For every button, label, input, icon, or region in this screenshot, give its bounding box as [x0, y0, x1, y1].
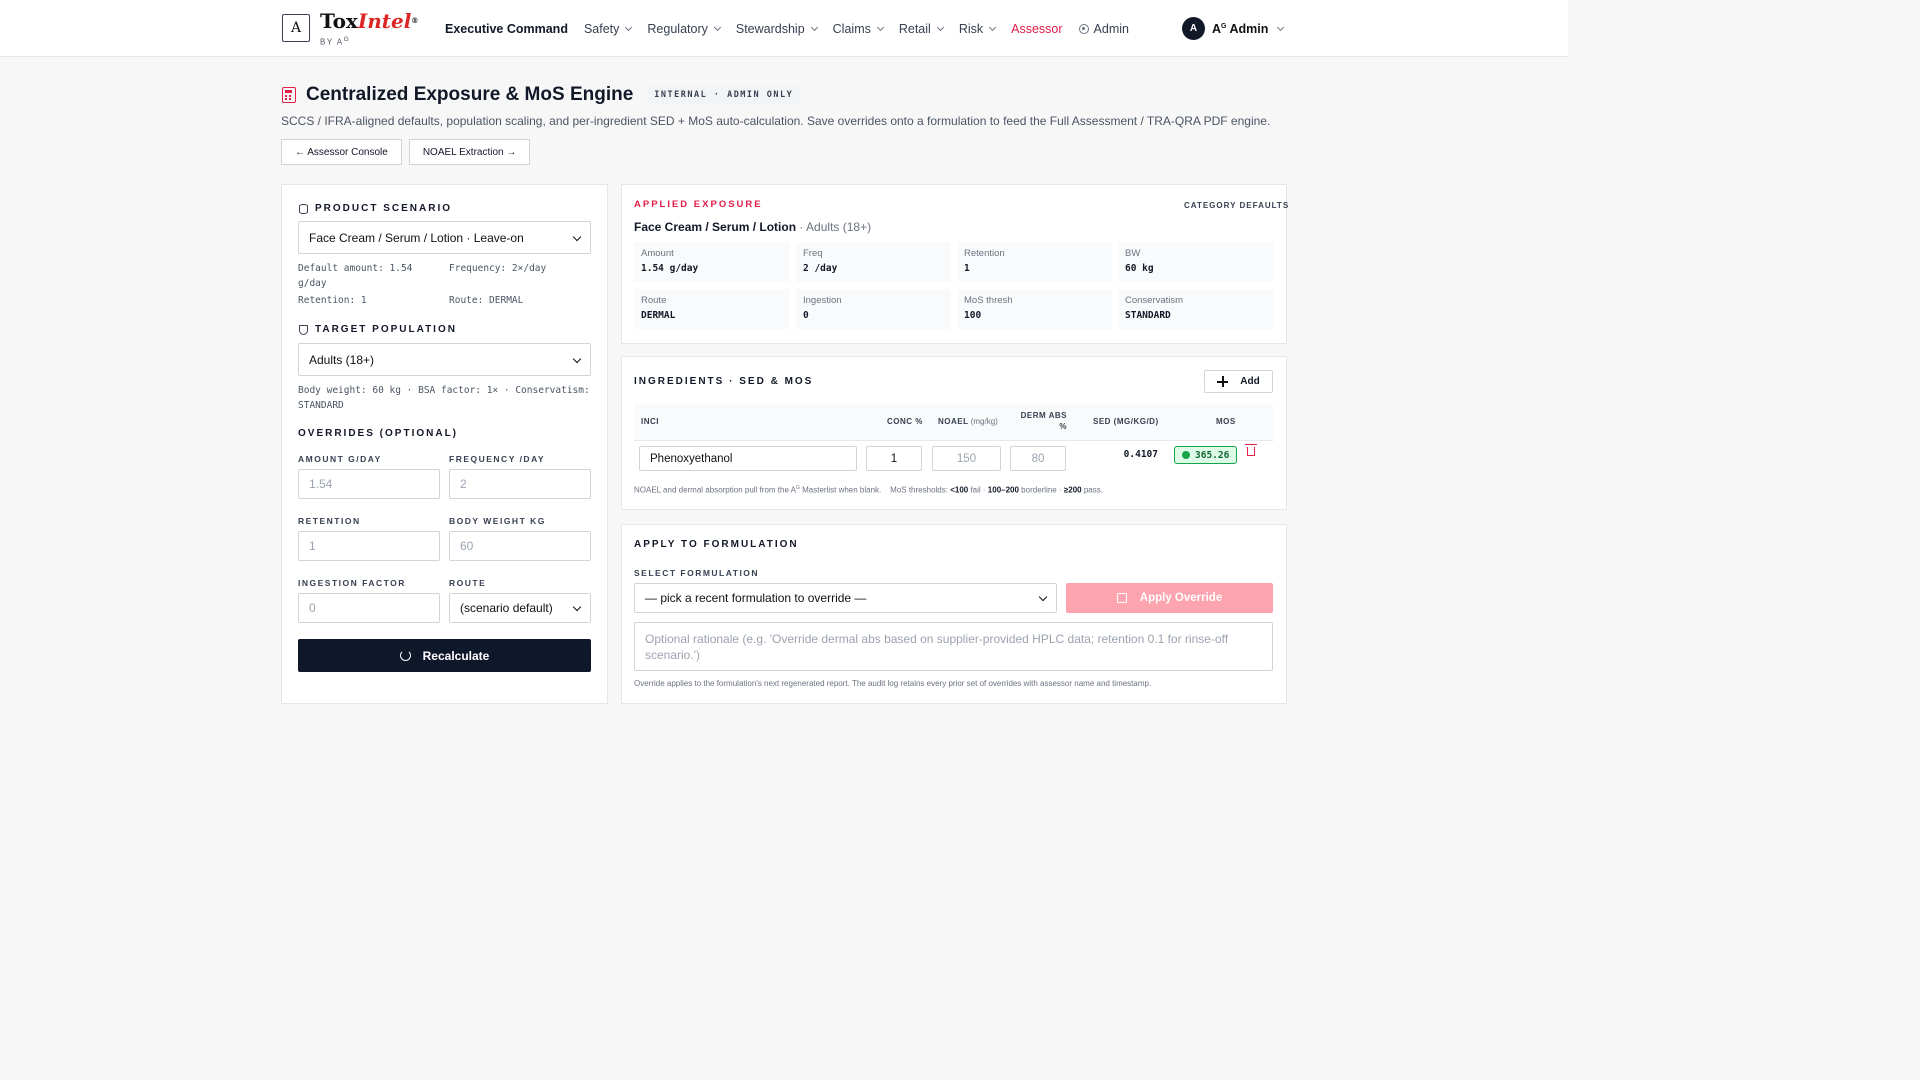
col-conc: CONC %	[887, 417, 923, 426]
cell-retention: Retention 1	[957, 242, 1112, 282]
plus-icon	[1217, 376, 1229, 387]
amount-input[interactable]: 1.54	[298, 469, 440, 499]
col-inci: INCI	[641, 417, 659, 426]
body-weight-label: BODY WEIGHT KG	[449, 516, 546, 526]
cell-frequency: Freq 2 /day	[796, 242, 951, 282]
amount-label: AMOUNT G/DAY	[298, 454, 382, 464]
chevron-down-icon	[876, 23, 884, 31]
page-title: Centralized Exposure & MoS Engine	[306, 84, 634, 105]
nav-admin[interactable]: Admin	[1078, 22, 1129, 36]
target-population-select[interactable]: Adults (18+)	[298, 343, 591, 376]
shield-icon	[299, 324, 308, 335]
body-weight-input[interactable]: 60	[449, 531, 591, 561]
retention-input[interactable]: 1	[298, 531, 440, 561]
apply-heading: APPLY TO FORMULATION	[634, 539, 799, 550]
target-population-heading: TARGET POPULATION	[299, 324, 457, 335]
nav-executive-command[interactable]: Executive Command	[445, 22, 568, 36]
derm-abs-input[interactable]: 80	[1010, 446, 1066, 471]
top-navbar: A ToxIntel® BY AG Executive Command Safe…	[0, 0, 1568, 57]
calculator-icon	[282, 87, 296, 103]
chevron-down-icon	[572, 232, 582, 242]
thresholds-note: NOAEL and dermal absorption pull from th…	[634, 485, 1103, 495]
mos-badge: 365.26	[1174, 446, 1238, 464]
frequency-value: Frequency: 2×/day	[449, 263, 547, 274]
applied-exposure-heading: APPLIED EXPOSURE	[634, 199, 763, 210]
nav-stewardship[interactable]: Stewardship	[736, 22, 818, 36]
nav-safety[interactable]: Safety	[584, 22, 633, 36]
col-derm-abs: DERM ABS %	[1020, 411, 1067, 431]
nav-risk[interactable]: Risk	[959, 22, 997, 36]
chevron-down-icon	[989, 23, 997, 31]
brand-byline: BY AG	[320, 36, 351, 47]
chevron-down-icon	[625, 23, 633, 31]
chevron-down-icon	[1038, 592, 1048, 602]
ingestion-label: INGESTION FACTOR	[298, 578, 406, 588]
default-amount: Default amount: 1.54 g/day	[298, 263, 413, 289]
cell-conservatism: Conservatism STANDARD	[1118, 289, 1273, 329]
applied-product-line: Face Cream / Serum / Lotion · Adults (18…	[634, 220, 872, 234]
logo-mark-icon: A	[282, 14, 310, 42]
select-formulation-label: SELECT FORMULATION	[634, 568, 760, 578]
cell-body-weight: BW 60 kg	[1118, 242, 1273, 282]
chevron-down-icon	[936, 23, 944, 31]
brand-logo[interactable]: A ToxIntel® BY AG	[282, 10, 418, 47]
ingestion-input[interactable]: 0	[298, 593, 440, 623]
frequency-input[interactable]: 2	[449, 469, 591, 499]
col-mos: MOS	[1216, 417, 1236, 426]
route-label: ROUTE	[449, 578, 487, 588]
noael-extraction-button[interactable]: NOAEL Extraction →	[408, 139, 531, 165]
refresh-icon	[399, 650, 411, 661]
recalculate-button[interactable]: Recalculate	[298, 639, 591, 672]
user-name: AG Admin	[1212, 21, 1269, 36]
avatar: A	[1182, 17, 1205, 40]
retention-label: RETENTION	[298, 516, 361, 526]
product-scenario-select[interactable]: Face Cream / Serum / Lotion · Leave-on	[298, 221, 591, 254]
conc-input[interactable]: 1	[866, 446, 922, 471]
save-icon	[1116, 593, 1127, 603]
page-subtitle: SCCS / IFRA-aligned defaults, population…	[281, 114, 1271, 128]
chevron-down-icon	[810, 23, 818, 31]
col-noael: NOAEL (mg/kg)	[938, 417, 998, 426]
category-defaults-label: CATEGORY DEFAULTS	[1184, 201, 1290, 210]
sed-value: 0.4107	[1123, 449, 1158, 460]
retention-value: Retention: 1	[298, 295, 367, 306]
noael-input[interactable]: 150	[932, 446, 1001, 471]
chevron-down-icon	[572, 602, 582, 612]
inci-input[interactable]: Phenoxyethanol	[639, 446, 857, 471]
add-ingredient-button[interactable]: Add	[1204, 370, 1273, 393]
assessor-console-button[interactable]: ← Assessor Console	[281, 139, 402, 165]
cell-route: Route DERMAL	[634, 289, 789, 329]
route-select[interactable]: (scenario default)	[449, 593, 591, 623]
status-badge: INTERNAL · ADMIN ONLY	[647, 86, 801, 104]
col-sed: SED (MG/KG/D)	[1093, 417, 1159, 426]
trash-icon[interactable]	[1245, 444, 1257, 456]
nav-claims[interactable]: Claims	[833, 22, 884, 36]
apply-formulation-panel	[621, 524, 1287, 704]
formulation-select[interactable]: — pick a recent formulation to override …	[634, 583, 1057, 613]
database-icon	[299, 203, 308, 214]
check-circle-icon	[1182, 451, 1190, 459]
nav-retail[interactable]: Retail	[899, 22, 944, 36]
cell-ingestion: Ingestion 0	[796, 289, 951, 329]
chevron-down-icon	[1277, 23, 1285, 31]
nav-assessor[interactable]: Assessor	[1011, 22, 1062, 36]
apply-override-button[interactable]: Apply Override	[1066, 583, 1273, 613]
frequency-label: FREQUENCY /DAY	[449, 454, 546, 464]
ingredients-heading: INGREDIENTS · SED & MOS	[634, 376, 814, 387]
nav-regulatory[interactable]: Regulatory	[647, 22, 721, 36]
cell-mos-threshold: MoS thresh 100	[957, 289, 1112, 329]
override-footnote: Override applies to the formulation's ne…	[634, 679, 1152, 688]
chevron-down-icon	[572, 354, 582, 364]
chevron-down-icon	[713, 23, 721, 31]
route-value: Route: DERMAL	[449, 295, 524, 306]
gear-icon	[1078, 23, 1089, 34]
cell-amount: Amount 1.54 g/day	[634, 242, 789, 282]
overrides-heading: OVERRIDES (OPTIONAL)	[298, 428, 459, 439]
product-scenario-heading: PRODUCT SCENARIO	[299, 203, 452, 214]
main-nav: Executive Command Safety Regulatory Stew…	[445, 0, 1145, 57]
population-meta: Body weight: 60 kg · BSA factor: 1× · Co…	[298, 385, 590, 411]
brand-name: ToxIntel®	[320, 9, 419, 33]
user-menu[interactable]: A AG Admin	[1182, 17, 1285, 40]
rationale-textarea[interactable]: Optional rationale (e.g. 'Override derma…	[634, 622, 1273, 671]
